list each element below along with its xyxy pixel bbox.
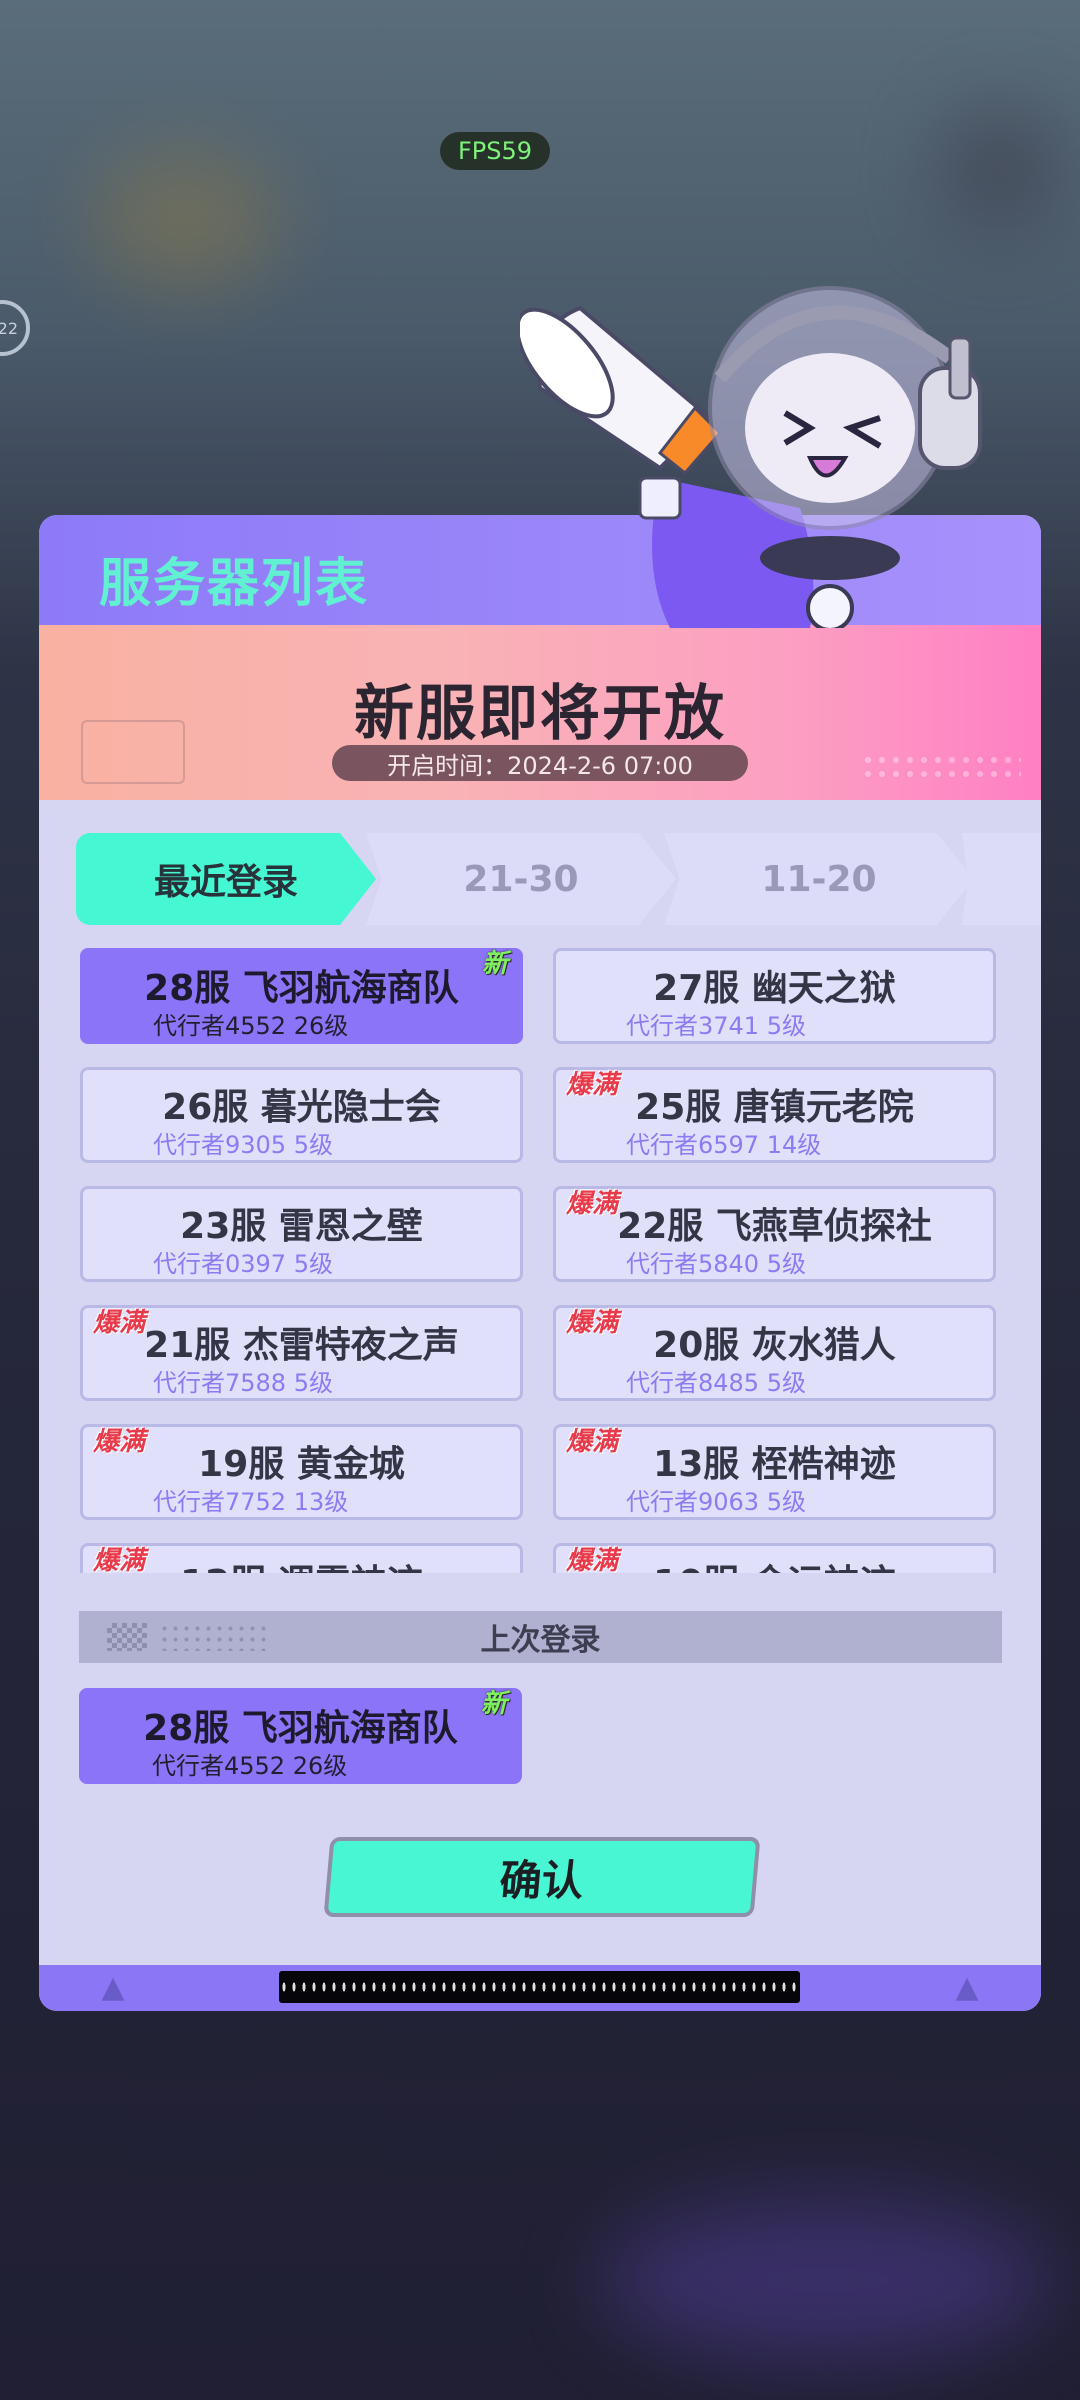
side-float-button[interactable]: 22 bbox=[0, 300, 30, 356]
server-player-info: 代行者9063 5级 bbox=[626, 1488, 806, 1516]
server-player-info: 代行者8485 5级 bbox=[626, 1369, 806, 1397]
banner-title: 新服即将开放 bbox=[354, 679, 726, 749]
server-player-info: 代行者7752 13级 bbox=[153, 1488, 349, 1516]
full-badge: 爆满 bbox=[566, 1070, 619, 1100]
server-card[interactable]: 13服 桎梏神迹代行者9063 5级 爆满 bbox=[553, 1424, 996, 1520]
server-card[interactable]: 23服 雷恩之壁代行者0397 5级 bbox=[80, 1186, 523, 1282]
server-player-info: 代行者3741 5级 bbox=[626, 1012, 806, 1040]
last-login-server-card[interactable]: 28服 飞羽航海商队 代行者4552 26级 新 bbox=[79, 1688, 522, 1784]
server-name: 20服 灰水猎人 bbox=[653, 1325, 896, 1366]
server-card[interactable]: 25服 唐镇元老院代行者6597 14级 爆满 bbox=[553, 1067, 996, 1163]
server-player-info: 代行者9305 5级 bbox=[153, 1131, 333, 1159]
server-card[interactable]: 19服 黄金城代行者7752 13级 爆满 bbox=[80, 1424, 523, 1520]
dialog-footer: ▲ ▲ bbox=[39, 1965, 1041, 2011]
server-card[interactable]: 20服 灰水猎人代行者8485 5级 爆满 bbox=[553, 1305, 996, 1401]
server-card[interactable]: 10服 命运神迹爆满 bbox=[553, 1543, 996, 1573]
full-badge: 爆满 bbox=[566, 1308, 619, 1338]
dialog-title: 服务器列表 bbox=[99, 554, 370, 614]
server-player-info: 代行者4552 26级 bbox=[152, 1752, 348, 1780]
marquee-bar bbox=[279, 1971, 800, 2003]
banner-logo-icon bbox=[81, 720, 185, 784]
background-glow bbox=[600, 2200, 1050, 2360]
server-list-dialog: 服务器列表 新服即将开放 开启时间：2024-2-6 07:00 11-20 2… bbox=[39, 515, 1041, 2011]
tab-recent-login[interactable]: 最近登录 bbox=[76, 833, 376, 925]
new-badge: 新 bbox=[481, 949, 508, 979]
server-card[interactable]: 21服 杰雷特夜之声代行者7588 5级 爆满 bbox=[80, 1305, 523, 1401]
confirm-button[interactable]: 确认 bbox=[323, 1837, 761, 1917]
full-badge: 爆满 bbox=[566, 1427, 619, 1457]
warning-icon: ▲ bbox=[955, 1970, 979, 2005]
server-name: 10服 命运神迹 bbox=[556, 1554, 993, 1573]
warning-icon: ▲ bbox=[101, 1970, 125, 2005]
server-name: 27服 幽天之狱 bbox=[653, 968, 896, 1009]
server-name: 28服 飞羽航海商队 bbox=[143, 1708, 458, 1749]
last-login-header: 上次登录 bbox=[79, 1611, 1002, 1663]
mascot-illustration bbox=[520, 286, 982, 628]
checker-icon bbox=[107, 1623, 147, 1651]
full-badge: 爆满 bbox=[93, 1308, 146, 1338]
server-range-tabs: 11-20 21-30 最近登录 bbox=[76, 833, 1041, 928]
server-player-info: 代行者5840 5级 bbox=[626, 1250, 806, 1278]
server-name: 23服 雷恩之壁 bbox=[180, 1206, 423, 1247]
new-badge: 新 bbox=[480, 1689, 507, 1719]
server-name: 19服 黄金城 bbox=[198, 1444, 405, 1485]
banner-decoration bbox=[861, 753, 1021, 783]
full-badge: 爆满 bbox=[93, 1427, 146, 1457]
fps-counter: FPS59 bbox=[440, 132, 550, 170]
server-name: 26服 暮光隐士会 bbox=[162, 1087, 441, 1128]
full-badge: 爆满 bbox=[566, 1546, 619, 1573]
server-player-info: 代行者7588 5级 bbox=[153, 1369, 333, 1397]
dots-decoration bbox=[159, 1623, 269, 1651]
last-login-label: 上次登录 bbox=[480, 1623, 601, 1658]
server-player-info: 代行者4552 26级 bbox=[153, 1012, 349, 1040]
server-card[interactable]: 12服 凋零神迹爆满 bbox=[80, 1543, 523, 1573]
full-badge: 爆满 bbox=[93, 1546, 146, 1573]
tab-21-30[interactable]: 21-30 bbox=[366, 833, 676, 925]
server-name: 22服 飞燕草侦探社 bbox=[617, 1206, 932, 1247]
server-card[interactable]: 27服 幽天之狱代行者3741 5级 bbox=[553, 948, 996, 1044]
megaphone-icon bbox=[520, 305, 723, 520]
server-card[interactable]: 22服 飞燕草侦探社代行者5840 5级 爆满 bbox=[553, 1186, 996, 1282]
background-glow bbox=[940, 110, 1060, 230]
server-name: 28服 飞羽航海商队 bbox=[144, 968, 459, 1009]
server-name: 21服 杰雷特夜之声 bbox=[144, 1325, 459, 1366]
tab-11-20[interactable]: 11-20 bbox=[664, 833, 974, 925]
server-name: 25服 唐镇元老院 bbox=[635, 1087, 914, 1128]
server-name: 13服 桎梏神迹 bbox=[653, 1444, 896, 1485]
server-card[interactable]: 28服 飞羽航海商队代行者4552 26级 新 bbox=[80, 948, 523, 1044]
background-glow bbox=[90, 150, 280, 290]
server-card[interactable]: 26服 暮光隐士会代行者9305 5级 bbox=[80, 1067, 523, 1163]
server-list[interactable]: 28服 飞羽航海商队代行者4552 26级 新 27服 幽天之狱代行者3741 5级… bbox=[80, 948, 1005, 1573]
server-player-info: 代行者0397 5级 bbox=[153, 1250, 333, 1278]
banner-open-time: 开启时间：2024-2-6 07:00 bbox=[332, 745, 748, 781]
full-badge: 爆满 bbox=[566, 1189, 619, 1219]
new-server-banner: 新服即将开放 开启时间：2024-2-6 07:00 bbox=[39, 625, 1041, 800]
server-player-info: 代行者6597 14级 bbox=[626, 1131, 822, 1159]
server-name: 12服 凋零神迹 bbox=[83, 1554, 520, 1573]
